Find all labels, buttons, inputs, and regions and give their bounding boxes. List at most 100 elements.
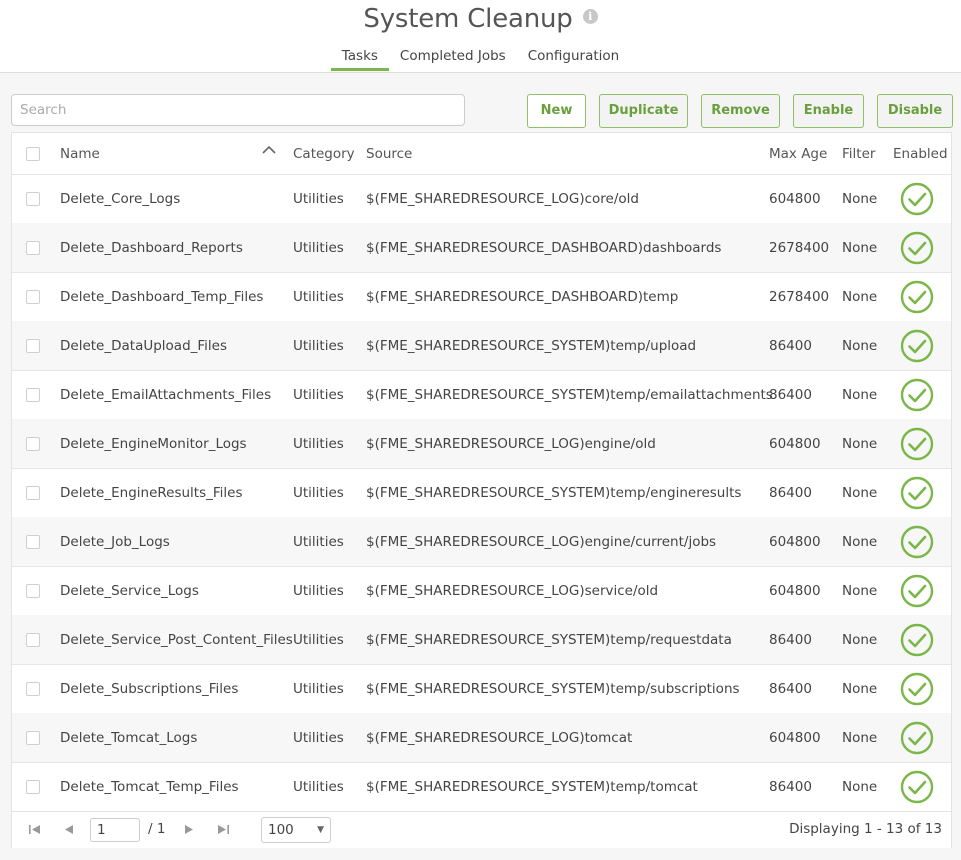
task-category: Utilities (293, 778, 344, 795)
row-checkbox[interactable] (26, 779, 40, 794)
check-circle-icon[interactable] (900, 231, 934, 265)
select-all-checkbox[interactable] (26, 146, 40, 161)
table-row[interactable]: Delete_Job_Logs Utilities $(FME_SHAREDRESO… (12, 517, 951, 567)
table-row[interactable]: Delete_EngineMonitor_Logs Utilities $(FME_… (12, 419, 951, 469)
row-checkbox[interactable] (26, 534, 40, 549)
row-checkbox[interactable] (26, 289, 40, 304)
task-name[interactable]: Delete_Job_Logs (60, 517, 170, 566)
table-row[interactable]: Delete_Tomcat_Temp_Files Utilities $(FME_S… (12, 762, 951, 812)
check-circle-icon[interactable] (900, 378, 934, 412)
table-row[interactable]: Delete_Service_Logs Utilities $(FME_SHARED… (12, 566, 951, 616)
task-name[interactable]: Delete_EmailAttachments_Files (60, 370, 271, 419)
task-name[interactable]: Delete_Service_Post_Content_Files (60, 615, 293, 664)
page-size-select[interactable]: 100 ▼ (261, 817, 331, 843)
next-page-icon[interactable] (184, 824, 194, 835)
check-circle-icon[interactable] (900, 427, 934, 461)
task-name[interactable]: Delete_Tomcat_Logs (60, 713, 197, 762)
task-name[interactable]: Delete_Dashboard_Reports (60, 223, 243, 272)
task-filter: None (842, 729, 878, 746)
check-circle-icon[interactable] (900, 182, 934, 216)
check-circle-icon[interactable] (900, 329, 934, 363)
page-number-input[interactable] (90, 818, 140, 842)
row-select-cell (26, 664, 40, 713)
new-button[interactable]: New (527, 94, 586, 128)
row-checkbox[interactable] (26, 485, 40, 500)
column-header-max-age[interactable]: Max Age (769, 133, 827, 174)
row-checkbox[interactable] (26, 681, 40, 696)
check-circle-icon[interactable] (900, 770, 934, 804)
row-select-cell (26, 174, 40, 223)
task-source: $(FME_SHAREDRESOURCE_SYSTEM)temp/subscri… (366, 680, 740, 697)
task-name[interactable]: Delete_DataUpload_Files (60, 321, 227, 370)
task-max-age: 86400 (769, 386, 812, 403)
task-name[interactable]: Delete_Service_Logs (60, 566, 199, 615)
column-header-name[interactable]: Name (60, 133, 100, 174)
table-row[interactable]: Delete_Dashboard_Temp_Files Utilities $(FM… (12, 272, 951, 322)
row-select-cell (26, 566, 40, 615)
tab-completed-jobs[interactable]: Completed Jobs (389, 47, 517, 71)
table-row[interactable]: Delete_Service_Post_Content_Files Utiliti… (12, 615, 951, 665)
task-max-age: 2678400 (769, 288, 830, 305)
column-header-source[interactable]: Source (366, 133, 412, 174)
check-circle-icon[interactable] (900, 672, 934, 706)
task-name[interactable]: Delete_Tomcat_Temp_Files (60, 762, 239, 811)
tab-tasks[interactable]: Tasks (330, 47, 389, 71)
task-filter: None (842, 337, 878, 354)
disable-button[interactable]: Disable (877, 94, 953, 128)
row-select-cell (26, 713, 40, 762)
task-max-age: 604800 (769, 533, 821, 550)
row-checkbox[interactable] (26, 583, 40, 598)
check-circle-icon[interactable] (900, 525, 934, 559)
row-checkbox[interactable] (26, 240, 40, 255)
row-checkbox[interactable] (26, 387, 40, 402)
check-circle-icon[interactable] (900, 280, 934, 314)
row-checkbox[interactable] (26, 436, 40, 451)
check-circle-icon[interactable] (900, 623, 934, 657)
task-name[interactable]: Delete_EngineResults_Files (60, 468, 243, 517)
info-icon[interactable]: i (582, 9, 598, 24)
table-row[interactable]: Delete_EngineResults_Files Utilities $(FME… (12, 468, 951, 518)
table-row[interactable]: Delete_DataUpload_Files Utilities $(FME_SH… (12, 321, 951, 371)
row-checkbox[interactable] (26, 632, 40, 647)
row-checkbox[interactable] (26, 730, 40, 745)
task-name[interactable]: Delete_EngineMonitor_Logs (60, 419, 247, 468)
duplicate-button[interactable]: Duplicate (599, 94, 688, 128)
page-header: System Cleanup i Tasks Completed Jobs Con… (0, 0, 961, 73)
table-row[interactable]: Delete_Core_Logs Utilities $(FME_SHAREDRES… (12, 174, 951, 224)
task-category: Utilities (293, 288, 344, 305)
task-source: $(FME_SHAREDRESOURCE_SYSTEM)temp/tomcat (366, 778, 698, 795)
task-source: $(FME_SHAREDRESOURCE_LOG)service/old (366, 582, 659, 599)
task-name[interactable]: Delete_Subscriptions_Files (60, 664, 238, 713)
table-row[interactable]: Delete_Tomcat_Logs Utilities $(FME_SHAREDR… (12, 713, 951, 763)
first-page-icon[interactable] (28, 824, 41, 835)
task-max-age: 86400 (769, 631, 812, 648)
enabled-cell (900, 370, 934, 419)
row-checkbox[interactable] (26, 191, 40, 206)
check-circle-icon[interactable] (900, 476, 934, 510)
task-name[interactable]: Delete_Dashboard_Temp_Files (60, 272, 263, 321)
task-category: Utilities (293, 386, 344, 403)
table-row[interactable]: Delete_Dashboard_Reports Utilities $(FME_S… (12, 223, 951, 273)
enabled-cell (900, 566, 934, 615)
task-max-age: 604800 (769, 435, 821, 452)
remove-button[interactable]: Remove (701, 94, 780, 128)
check-circle-icon[interactable] (900, 574, 934, 608)
row-select-cell (26, 615, 40, 664)
last-page-icon[interactable] (217, 824, 230, 835)
enable-button[interactable]: Enable (793, 94, 864, 128)
enabled-cell (900, 762, 934, 811)
column-header-filter[interactable]: Filter (842, 133, 875, 174)
previous-page-icon[interactable] (64, 824, 74, 835)
row-checkbox[interactable] (26, 338, 40, 353)
chevron-up-icon[interactable] (262, 145, 276, 155)
table-row[interactable]: Delete_EmailAttachments_Files Utilities $(… (12, 370, 951, 420)
task-category: Utilities (293, 533, 344, 550)
table-row[interactable]: Delete_Subscriptions_Files Utilities $(FME… (12, 664, 951, 714)
check-circle-icon[interactable] (900, 721, 934, 755)
task-max-age: 86400 (769, 484, 812, 501)
task-name[interactable]: Delete_Core_Logs (60, 174, 180, 223)
tab-configuration[interactable]: Configuration (517, 47, 631, 71)
search-input[interactable] (11, 94, 465, 126)
column-header-enabled[interactable]: Enabled (893, 133, 948, 174)
column-header-category[interactable]: Category (293, 133, 355, 174)
